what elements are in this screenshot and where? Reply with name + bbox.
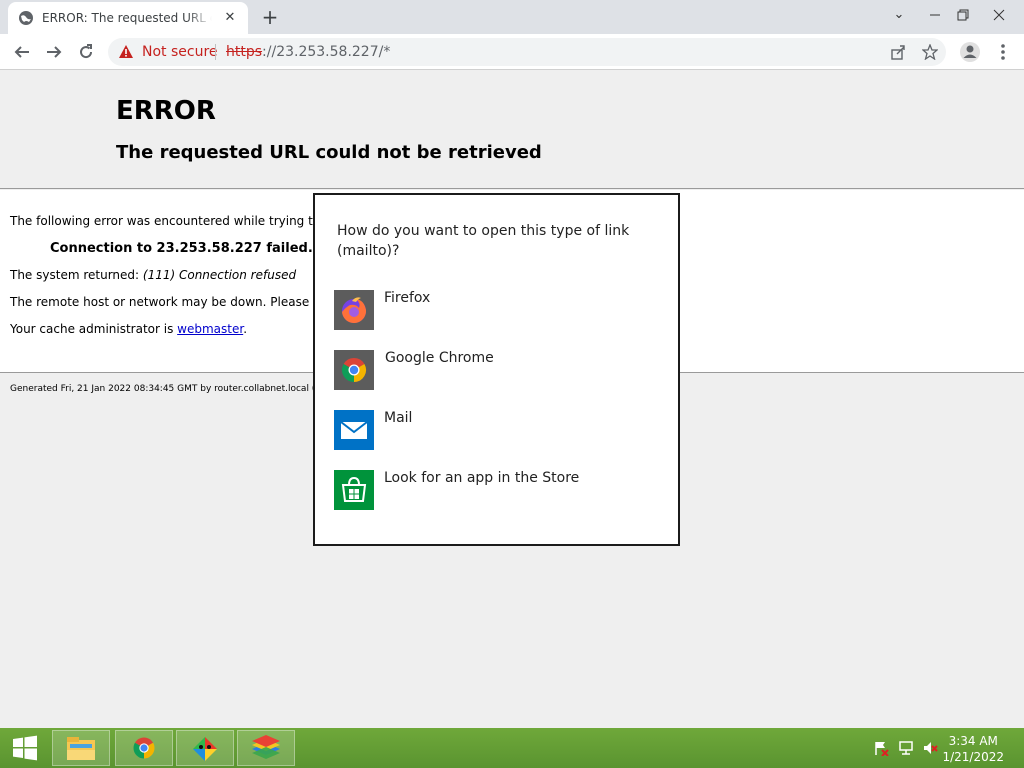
- url-scheme: https: [226, 44, 263, 60]
- volume-muted-icon[interactable]: [922, 740, 938, 756]
- taskbar-file-explorer[interactable]: [52, 730, 110, 766]
- reload-icon: [80, 44, 93, 59]
- store-icon: [334, 470, 374, 510]
- taskbar-chrome[interactable]: [115, 730, 173, 766]
- address-bar[interactable]: Not secure https://23.253.58.227/*: [108, 38, 946, 66]
- taskbar: 3:34 AM 1/21/2022: [0, 728, 1024, 768]
- app-label-chrome: Google Chrome: [385, 350, 494, 366]
- action-center-flag-icon[interactable]: [873, 740, 889, 756]
- bookmark-star-icon[interactable]: [922, 44, 938, 60]
- page-subtitle: The requested URL could not be retrieved: [116, 142, 542, 163]
- tab-title: ERROR: The requested URL could not be re…: [42, 11, 212, 25]
- admin-suffix: .: [243, 322, 248, 336]
- profile-avatar-icon[interactable]: [959, 41, 981, 63]
- tab-search-icon[interactable]: ⌄: [882, 0, 916, 30]
- globe-icon: [19, 11, 33, 25]
- app-label-mail: Mail: [384, 410, 413, 426]
- warning-icon[interactable]: [118, 44, 134, 60]
- not-secure-label[interactable]: Not secure: [142, 44, 218, 60]
- error-line-connection: Connection to 23.253.58.227 failed.: [50, 241, 313, 256]
- error-line-system: The system returned: (111) Connection re…: [10, 268, 296, 282]
- system-returned-label: The system returned:: [10, 268, 143, 282]
- system-returned-value: (111) Connection refused: [142, 268, 297, 282]
- browser-tab[interactable]: ERROR: The requested URL could not be re…: [8, 2, 248, 34]
- start-button[interactable]: [0, 728, 50, 768]
- back-button[interactable]: [9, 39, 35, 65]
- tab-strip: ERROR: The requested URL could not be re…: [0, 0, 1024, 34]
- app-option-store[interactable]: Look for an app in the Store: [334, 470, 664, 514]
- close-window-icon[interactable]: [982, 0, 1016, 30]
- clock-date: 1/21/2022: [942, 750, 1004, 764]
- menu-kebab-icon[interactable]: [992, 41, 1014, 63]
- app-option-chrome[interactable]: Google Chrome: [334, 350, 664, 394]
- taskbar-color-app[interactable]: [176, 730, 234, 766]
- generated-footer: Generated Fri, 21 Jan 2022 08:34:45 GMT …: [10, 384, 344, 394]
- taskbar-bluestacks[interactable]: [237, 730, 295, 766]
- system-clock[interactable]: 3:34 AM 1/21/2022: [942, 733, 1004, 765]
- dialog-question: How do you want to open this type of lin…: [337, 223, 630, 259]
- webmaster-link[interactable]: webmaster: [177, 322, 243, 336]
- error-line-admin: Your cache administrator is webmaster.: [10, 322, 247, 336]
- file-explorer-icon: [67, 737, 95, 760]
- url-text[interactable]: https://23.253.58.227/*: [226, 44, 390, 60]
- forward-arrow-icon: [47, 46, 62, 58]
- url-host: ://23.253.58.227/*: [262, 44, 391, 60]
- color-app-icon: [193, 737, 217, 761]
- clock-time: 3:34 AM: [948, 734, 998, 748]
- chrome-icon: [133, 737, 155, 759]
- app-option-firefox[interactable]: Firefox: [334, 290, 664, 334]
- windows-logo-icon: [13, 735, 37, 761]
- app-label-firefox: Firefox: [384, 290, 431, 306]
- open-with-dialog: How do you want to open this type of lin…: [313, 193, 680, 546]
- browser-toolbar: Not secure https://23.253.58.227/*: [0, 34, 1024, 70]
- forward-button[interactable]: [41, 39, 67, 65]
- restore-icon[interactable]: [946, 0, 980, 30]
- page-title: ERROR: [116, 96, 216, 126]
- divider: [215, 44, 216, 60]
- browser-chrome: ERROR: The requested URL could not be re…: [0, 0, 1024, 70]
- network-icon[interactable]: [898, 740, 914, 756]
- app-label-store: Look for an app in the Store: [384, 470, 580, 486]
- app-option-mail[interactable]: Mail: [334, 410, 664, 454]
- back-arrow-icon: [14, 46, 29, 58]
- admin-label: Your cache administrator is: [10, 322, 178, 336]
- bluestacks-icon: [252, 735, 280, 759]
- reload-button[interactable]: [73, 39, 99, 65]
- firefox-icon: [334, 290, 374, 330]
- close-tab-icon[interactable]: ✕: [222, 10, 238, 26]
- share-icon[interactable]: [890, 44, 906, 60]
- chrome-icon: [334, 350, 374, 390]
- error-header: ERROR The requested URL could not be ret…: [0, 70, 1024, 189]
- mail-icon: [334, 410, 374, 450]
- new-tab-button[interactable]: +: [259, 6, 281, 28]
